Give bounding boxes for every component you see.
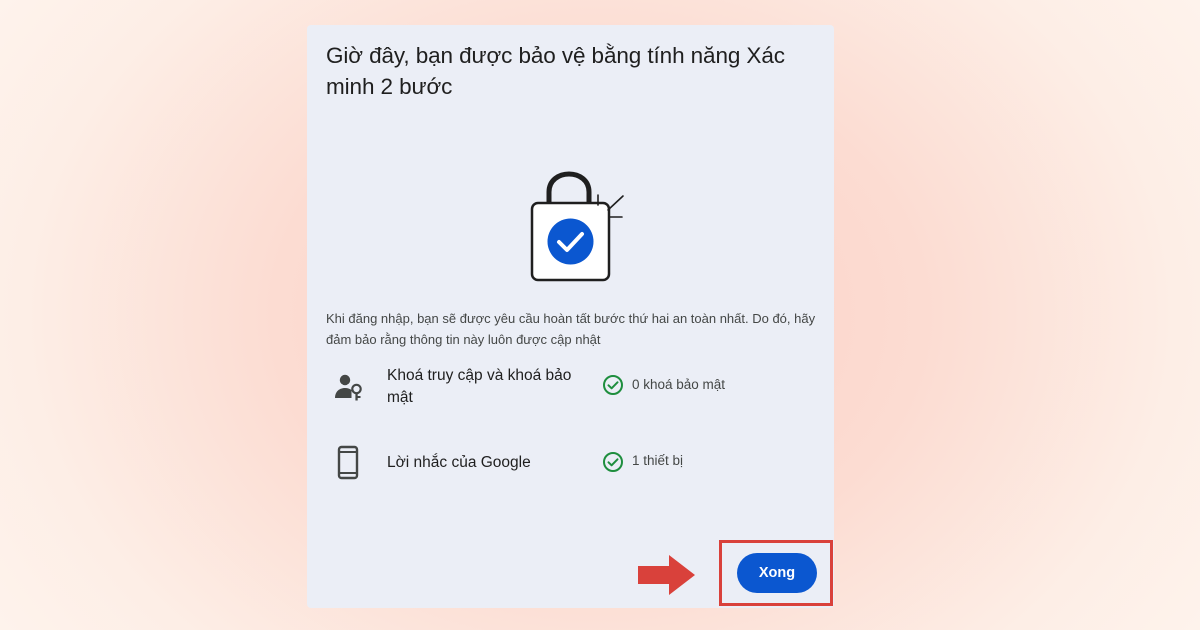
method-label: Lời nhắc của Google: [387, 454, 531, 471]
phone-icon: [334, 445, 364, 481]
person-key-icon: [334, 372, 364, 408]
check-circle-icon: [602, 451, 624, 473]
dialog-title: Giờ đây, bạn được bảo vệ bằng tính năng …: [326, 43, 785, 99]
method-row-security-keys: Khoá truy cập và khoá bảo mật 0 khoá bảo…: [307, 365, 834, 425]
check-circle-icon: [602, 374, 624, 396]
dialog-description: Khi đăng nhập, bạn sẽ được yêu cầu hoàn …: [326, 311, 816, 347]
arrow-right-icon: [638, 555, 695, 595]
method-label: Khoá truy cập và khoá bảo mật: [387, 367, 572, 406]
two-step-verification-dialog: Giờ đây, bạn được bảo vệ bằng tính năng …: [307, 25, 834, 608]
highlight-box: [719, 540, 833, 606]
method-row-google-prompt: Lời nhắc của Google 1 thiết bị: [307, 443, 834, 503]
padlock-check-icon: [527, 150, 627, 285]
method-status: 1 thiết bị: [632, 453, 684, 468]
method-status: 0 khoá bảo mật: [632, 377, 726, 392]
